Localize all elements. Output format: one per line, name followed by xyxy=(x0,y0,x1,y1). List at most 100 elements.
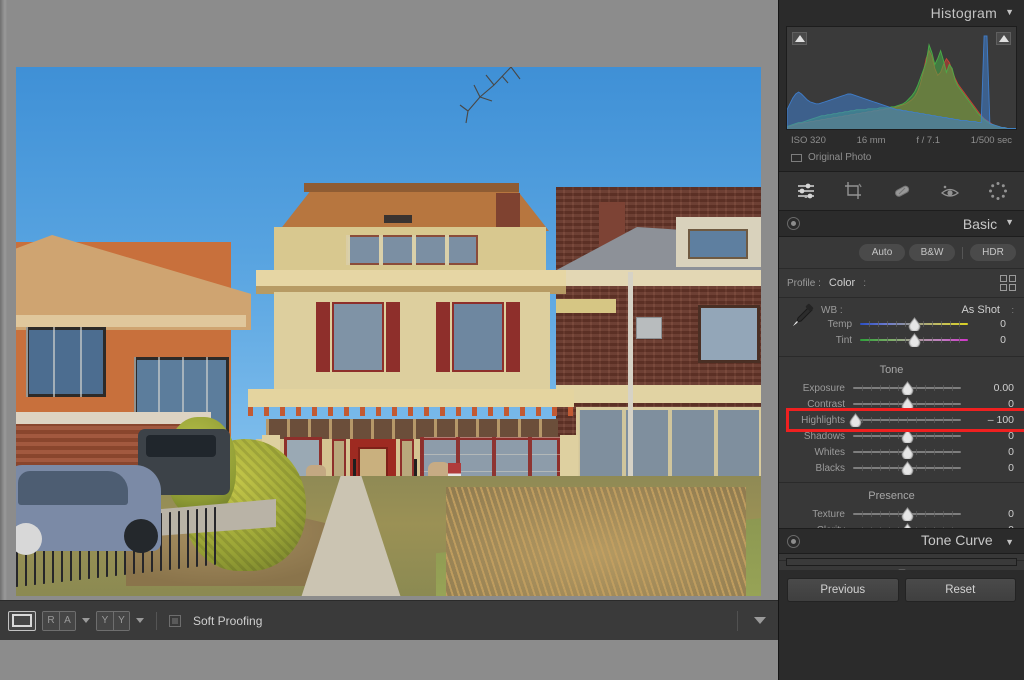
tone-curve-title: Tone Curve xyxy=(921,532,993,548)
slider-knob-highlights[interactable] xyxy=(849,413,862,427)
slider-label-texture: Texture xyxy=(812,508,845,520)
sliders-glyph xyxy=(797,183,814,199)
slider-track-temp[interactable] xyxy=(860,316,969,332)
photo-preview[interactable] xyxy=(16,67,761,596)
wb-stepper-icon[interactable]: : xyxy=(1011,305,1014,315)
shadow-clipping-triangle-icon[interactable] xyxy=(792,32,807,45)
compare-right-label: Y xyxy=(113,611,129,630)
spot-removal-icon[interactable] xyxy=(891,180,913,202)
slider-row-texture[interactable]: Texture 0 xyxy=(779,506,1024,522)
chevron-down-icon[interactable]: ▼ xyxy=(1005,7,1014,17)
slider-knob-exposure[interactable] xyxy=(901,381,914,395)
exif-iso: ISO 320 xyxy=(791,135,826,146)
wb-value[interactable]: As Shot xyxy=(961,304,1000,316)
wb-slider-list: Temp 0 Tint 0 xyxy=(787,316,1016,348)
red-eye-icon[interactable] xyxy=(939,180,961,202)
original-photo-icon xyxy=(791,153,802,162)
slider-row-tint[interactable]: Tint 0 xyxy=(787,332,1016,348)
histogram-chart[interactable] xyxy=(786,26,1017,130)
before-after-dropdown-icon[interactable] xyxy=(82,618,90,623)
porch-rafter-tails xyxy=(248,407,574,416)
before-after-left-label: R xyxy=(43,611,59,630)
slider-track-whites[interactable] xyxy=(853,444,961,460)
profile-browser-icon[interactable] xyxy=(1000,275,1016,291)
slider-knob-tint[interactable] xyxy=(908,333,921,347)
slider-track-exposure[interactable] xyxy=(853,380,961,396)
slider-track-shadows[interactable] xyxy=(853,428,961,444)
panel-button-row: Previous Reset xyxy=(779,570,1024,610)
slider-row-contrast[interactable]: Contrast 0 xyxy=(779,396,1024,412)
hdr-button[interactable]: HDR xyxy=(970,244,1016,261)
tone-curve-eye-icon[interactable] xyxy=(787,534,800,548)
slider-value-whites[interactable]: 0 xyxy=(974,446,1016,458)
before-after-toggle[interactable]: R A xyxy=(42,610,76,631)
tone-group-title: Tone xyxy=(879,364,904,376)
slider-value-contrast[interactable]: 0 xyxy=(974,398,1016,410)
profile-stepper[interactable]: : xyxy=(863,278,866,289)
wb-preset-row: WB : As Shot : xyxy=(787,304,1016,316)
tone-slider-list: Exposure 0.00 Contrast 0 Highlights – 100 Shad… xyxy=(779,380,1024,476)
masking-icon[interactable] xyxy=(987,180,1009,202)
slider-knob-whites[interactable] xyxy=(901,445,914,459)
compare-view-toggle[interactable]: Y Y xyxy=(96,610,130,631)
slider-track-tint[interactable] xyxy=(860,332,969,348)
slider-knob-contrast[interactable] xyxy=(901,397,914,411)
basic-section-title: Basic xyxy=(962,215,998,232)
center-window-upper-2 xyxy=(452,302,504,372)
profile-value[interactable]: Color xyxy=(829,277,855,289)
left-panel-edge[interactable] xyxy=(0,0,7,640)
chevron-down-icon[interactable]: ▼ xyxy=(1005,537,1014,547)
slider-value-temp[interactable]: 0 xyxy=(967,318,1008,330)
slider-value-highlights[interactable]: – 100 xyxy=(974,414,1016,426)
basic-section-header[interactable]: Basic ▼ xyxy=(779,211,1024,237)
slider-value-tint[interactable]: 0 xyxy=(967,334,1008,346)
chevron-down-icon[interactable]: ▼ xyxy=(1005,218,1014,227)
slider-knob-texture[interactable] xyxy=(901,507,914,521)
basic-panel-eye-icon[interactable] xyxy=(787,217,800,230)
soft-proofing-label: Soft Proofing xyxy=(193,613,263,628)
dried-shrubs-right xyxy=(446,487,746,596)
slider-value-shadows[interactable]: 0 xyxy=(974,430,1016,442)
slider-knob-blacks[interactable] xyxy=(901,461,914,475)
slider-knob-shadows[interactable] xyxy=(901,429,914,443)
slider-value-blacks[interactable]: 0 xyxy=(974,462,1016,474)
toolbar-collapse-icon[interactable] xyxy=(754,617,766,624)
bw-button[interactable]: B&W xyxy=(909,244,955,261)
shutter-left-1 xyxy=(316,302,330,372)
histogram-header[interactable]: Histogram ▼ xyxy=(779,0,1024,26)
roof-vent xyxy=(384,215,412,223)
exif-focal-length: 16 mm xyxy=(856,135,886,146)
slider-knob-temp[interactable] xyxy=(908,317,921,331)
slider-track-contrast[interactable] xyxy=(853,396,961,412)
original-photo-toggle[interactable]: Original Photo xyxy=(779,148,1024,171)
crop-glyph xyxy=(844,182,862,199)
tone-curve-section-header[interactable]: Tone Curve ▼ xyxy=(779,528,1024,554)
highlight-clipping-triangle-icon[interactable] xyxy=(996,32,1011,45)
crop-icon[interactable] xyxy=(843,180,865,202)
compare-view-dropdown-icon[interactable] xyxy=(136,618,144,623)
slider-value-exposure[interactable]: 0.00 xyxy=(974,382,1016,394)
image-canvas-area: R A Y Y Soft Proofing xyxy=(0,0,778,640)
slider-track-blacks[interactable] xyxy=(853,460,961,476)
slider-track-texture[interactable] xyxy=(853,506,961,522)
center-roof-ridge xyxy=(304,183,519,192)
presence-group-title: Presence xyxy=(868,490,915,502)
reset-button[interactable]: Reset xyxy=(904,578,1016,602)
slider-row-temp[interactable]: Temp 0 xyxy=(787,316,1016,332)
slider-value-texture[interactable]: 0 xyxy=(974,508,1016,520)
slider-row-highlights[interactable]: Highlights – 100 xyxy=(779,412,1024,428)
slider-row-whites[interactable]: Whites 0 xyxy=(779,444,1024,460)
mask-dots-glyph xyxy=(988,182,1007,200)
soft-proofing-checkbox[interactable] xyxy=(169,614,181,627)
right-house-trim xyxy=(556,299,616,313)
edit-sliders-icon[interactable] xyxy=(795,180,817,202)
slider-row-exposure[interactable]: Exposure 0.00 xyxy=(779,380,1024,396)
slider-row-blacks[interactable]: Blacks 0 xyxy=(779,460,1024,476)
auto-button[interactable]: Auto xyxy=(859,244,905,261)
exif-metadata-row: ISO 320 16 mm f / 7.1 1/500 sec xyxy=(779,130,1024,148)
suv-window xyxy=(146,435,216,457)
previous-button[interactable]: Previous xyxy=(787,578,899,602)
slider-track-highlights[interactable] xyxy=(849,412,961,428)
slider-row-shadows[interactable]: Shadows 0 xyxy=(779,428,1024,444)
loupe-view-icon[interactable] xyxy=(8,610,36,631)
